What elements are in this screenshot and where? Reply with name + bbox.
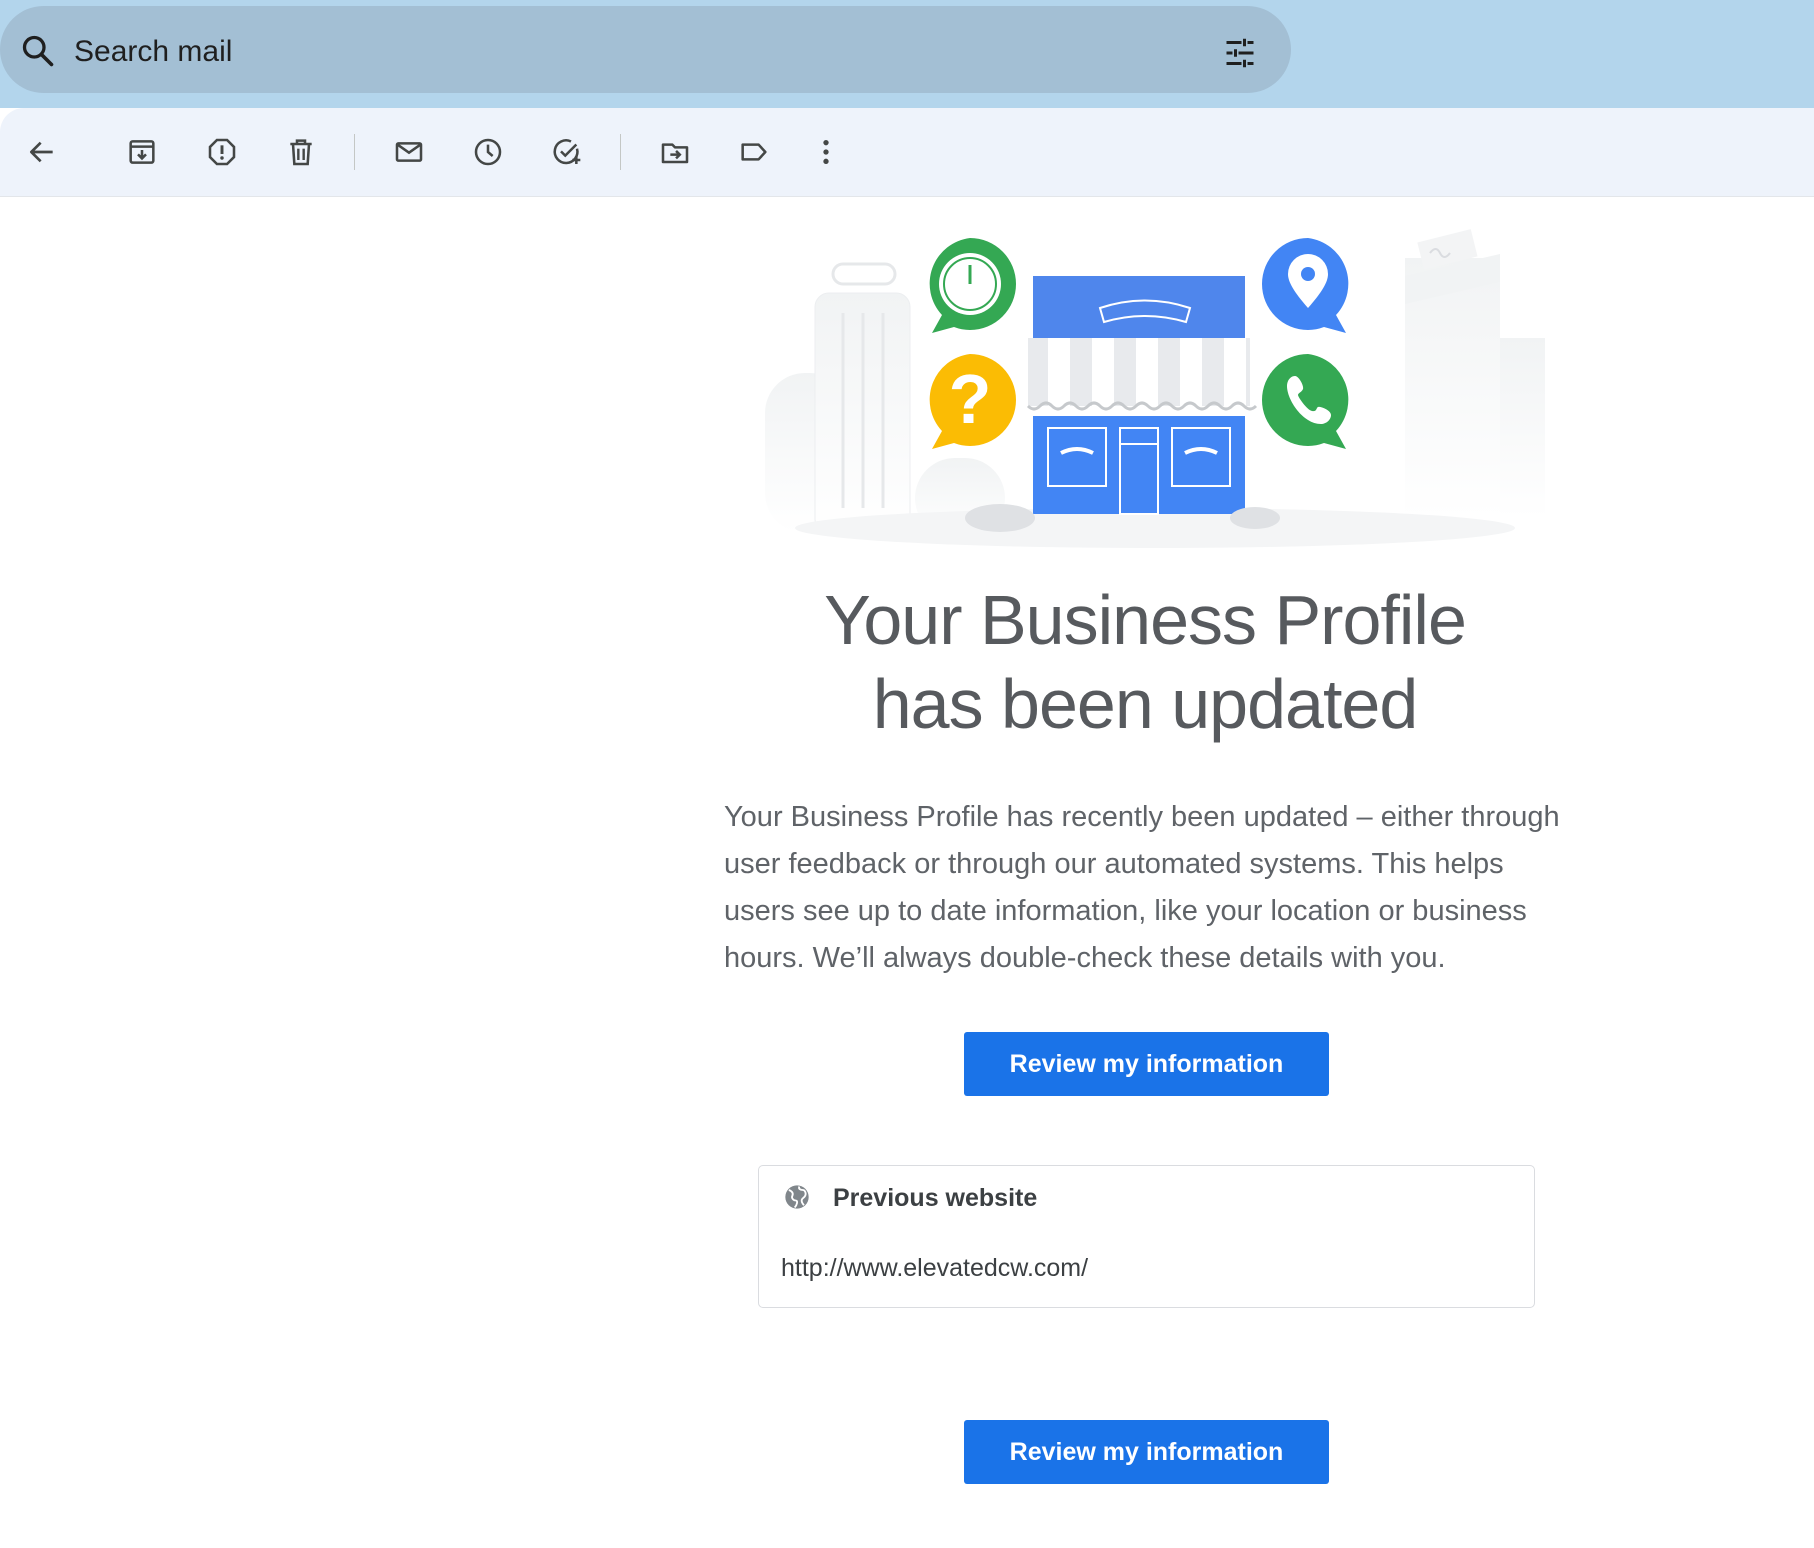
- review-information-button[interactable]: Review my information: [964, 1032, 1329, 1096]
- phone-bubble-icon: [1262, 354, 1349, 449]
- headline-line: Your Business Profile: [824, 581, 1467, 659]
- review-information-button-bottom[interactable]: Review my information: [964, 1420, 1329, 1484]
- label-icon: [741, 143, 767, 161]
- toolbar-divider: [620, 134, 621, 170]
- search-band: Search mail: [0, 0, 1814, 108]
- previous-website-card: Previous website http://www.elevatedcw.c…: [758, 1165, 1535, 1308]
- move-to-icon: [661, 143, 689, 164]
- add-task-icon: [553, 139, 581, 165]
- more-vert-icon: [823, 140, 829, 164]
- search-bar[interactable]: Search mail: [0, 6, 1291, 93]
- label-button[interactable]: [732, 130, 776, 174]
- search-options-icon[interactable]: [1222, 35, 1258, 71]
- email-headline: Your Business Profile has been updated: [690, 578, 1600, 746]
- delete-button[interactable]: [279, 130, 323, 174]
- location-bubble-icon: [1262, 238, 1349, 333]
- move-to-button[interactable]: [653, 130, 697, 174]
- snooze-icon: [474, 138, 502, 166]
- snooze-button[interactable]: [466, 130, 510, 174]
- message-toolbar: [0, 108, 1814, 197]
- more-options-button[interactable]: [804, 130, 848, 174]
- globe-icon: [785, 1185, 809, 1209]
- back-button[interactable]: [20, 130, 64, 174]
- previous-website-url: http://www.elevatedcw.com/: [781, 1254, 1089, 1282]
- help-bubble-icon: ?: [929, 354, 1016, 449]
- archive-button[interactable]: [120, 130, 164, 174]
- report-spam-icon: [208, 138, 236, 166]
- back-arrow-icon: [30, 141, 53, 163]
- svg-text:?: ?: [949, 360, 992, 438]
- card-title: Previous website: [833, 1184, 1038, 1212]
- clock-bubble-icon: [929, 238, 1016, 333]
- headline-line: has been updated: [872, 665, 1419, 743]
- toolbar-divider: [354, 134, 355, 170]
- mark-unread-icon: [395, 142, 423, 162]
- search-input[interactable]: Search mail: [74, 34, 232, 70]
- archive-icon: [129, 140, 155, 164]
- report-spam-button[interactable]: [200, 130, 244, 174]
- search-icon[interactable]: [20, 33, 56, 69]
- business-storefront-illustration: ?: [765, 229, 1545, 548]
- add-task-button[interactable]: [545, 130, 589, 174]
- delete-icon: [290, 139, 312, 166]
- email-body-text: Your Business Profile has recently been …: [724, 801, 1560, 974]
- mark-unread-button[interactable]: [387, 130, 431, 174]
